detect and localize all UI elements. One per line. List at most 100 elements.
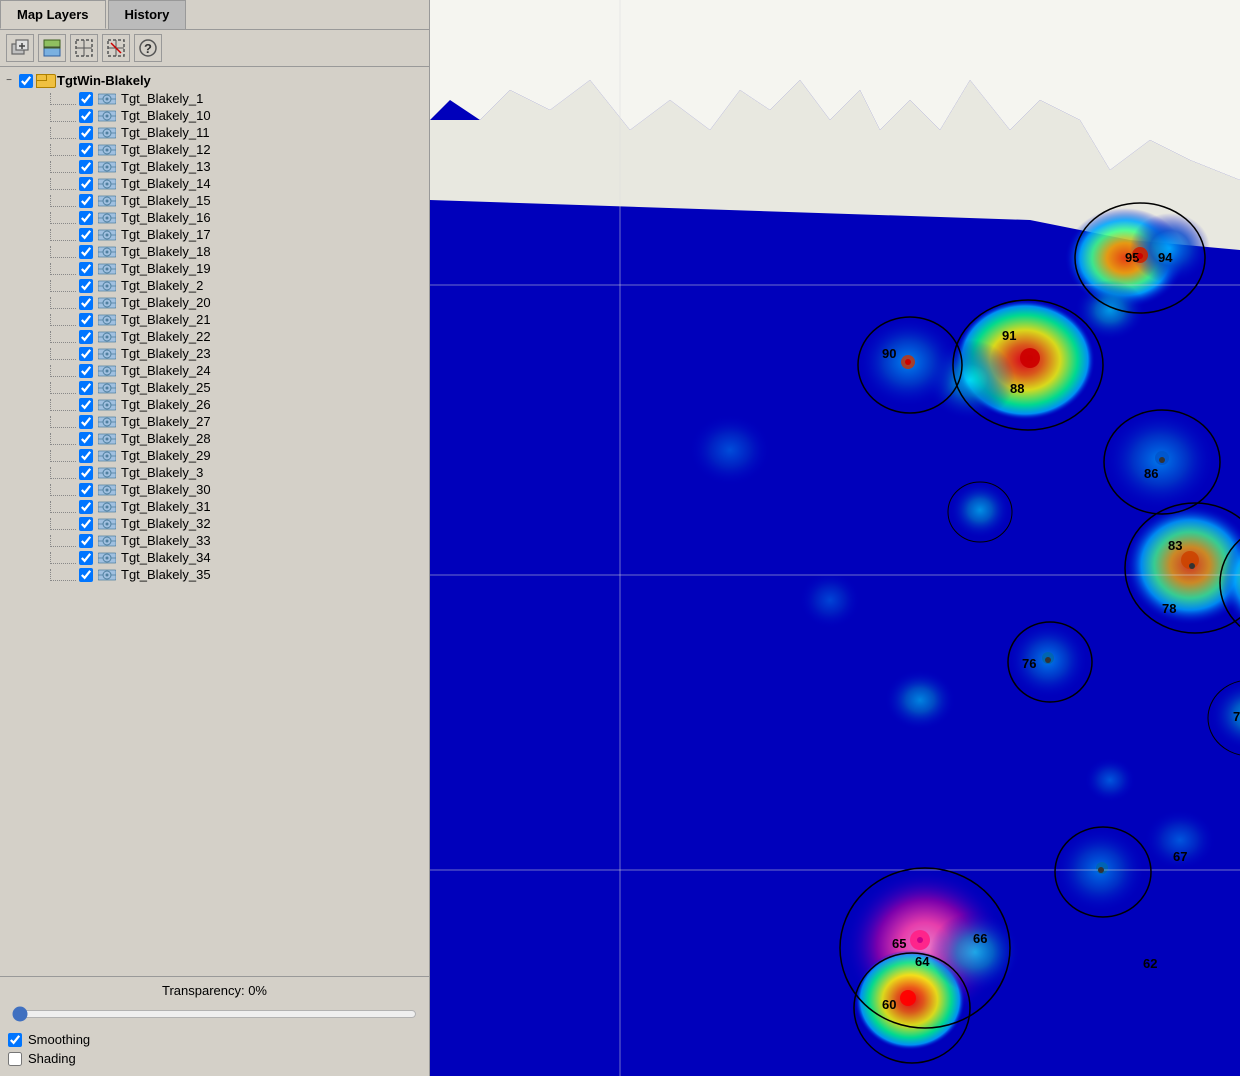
expand-icon[interactable]: −: [2, 75, 16, 86]
layer-checkbox[interactable]: [79, 398, 93, 412]
layer-item-label: Tgt_Blakely_22: [121, 329, 211, 344]
layer-checkbox[interactable]: [79, 143, 93, 157]
tree-connector: [50, 212, 76, 224]
layer-item[interactable]: Tgt_Blakely_12: [0, 141, 429, 158]
layer-item[interactable]: Tgt_Blakely_1: [0, 90, 429, 107]
layer-group-header[interactable]: − TgtWin-Blakely: [0, 71, 429, 90]
layer-item[interactable]: Tgt_Blakely_28: [0, 430, 429, 447]
layer-item-label: Tgt_Blakely_29: [121, 448, 211, 463]
layer-item[interactable]: Tgt_Blakely_15: [0, 192, 429, 209]
layer-checkbox[interactable]: [79, 313, 93, 327]
layer-item-label: Tgt_Blakely_19: [121, 261, 211, 276]
transparency-slider-row: [8, 1004, 421, 1024]
layer-item[interactable]: Tgt_Blakely_16: [0, 209, 429, 226]
group-checkbox[interactable]: [19, 74, 33, 88]
layer-item[interactable]: Tgt_Blakely_2: [0, 277, 429, 294]
tree-connector: [50, 552, 76, 564]
layer-item[interactable]: Tgt_Blakely_23: [0, 345, 429, 362]
target-icon: [98, 262, 116, 276]
layer-item-label: Tgt_Blakely_17: [121, 227, 211, 242]
target-icon: [98, 398, 116, 412]
label-90: 90: [882, 346, 896, 361]
layer-tree[interactable]: − TgtWin-Blakely Tgt_Blakely_1: [0, 67, 429, 976]
layer-item[interactable]: Tgt_Blakely_13: [0, 158, 429, 175]
layer-checkbox[interactable]: [79, 296, 93, 310]
tree-connector: [50, 280, 76, 292]
layer-tree-container: − TgtWin-Blakely Tgt_Blakely_1: [0, 67, 429, 976]
layer-checkbox[interactable]: [79, 177, 93, 191]
layer-item[interactable]: Tgt_Blakely_18: [0, 243, 429, 260]
layer-checkbox[interactable]: [79, 483, 93, 497]
layer-item[interactable]: Tgt_Blakely_35: [0, 566, 429, 583]
layer-checkbox[interactable]: [79, 347, 93, 361]
layer-item-label: Tgt_Blakely_2: [121, 278, 203, 293]
tab-map-layers[interactable]: Map Layers: [0, 0, 106, 29]
layer-checkbox[interactable]: [79, 432, 93, 446]
layer-checkbox[interactable]: [79, 279, 93, 293]
target-icon: [98, 534, 116, 548]
layer-item[interactable]: Tgt_Blakely_25: [0, 379, 429, 396]
label-91: 91: [1002, 328, 1016, 343]
layer-checkbox[interactable]: [79, 517, 93, 531]
tree-connector: [50, 263, 76, 275]
tree-connector: [50, 416, 76, 428]
tree-connector: [50, 93, 76, 105]
layer-checkbox[interactable]: [79, 551, 93, 565]
add-layer-button[interactable]: [6, 34, 34, 62]
svg-text:?: ?: [144, 41, 152, 56]
layer-item[interactable]: Tgt_Blakely_24: [0, 362, 429, 379]
layer-item[interactable]: Tgt_Blakely_19: [0, 260, 429, 277]
target-icon: [98, 313, 116, 327]
layer-item[interactable]: Tgt_Blakely_33: [0, 532, 429, 549]
remove-button[interactable]: [102, 34, 130, 62]
layer-item[interactable]: Tgt_Blakely_21: [0, 311, 429, 328]
layer-item[interactable]: Tgt_Blakely_3: [0, 464, 429, 481]
layer-item[interactable]: Tgt_Blakely_31: [0, 498, 429, 515]
layer-item[interactable]: Tgt_Blakely_10: [0, 107, 429, 124]
shading-row: Shading: [8, 1051, 421, 1066]
layer-item[interactable]: Tgt_Blakely_22: [0, 328, 429, 345]
label-94: 94: [1158, 250, 1173, 265]
layer-item[interactable]: Tgt_Blakely_14: [0, 175, 429, 192]
add-layer-icon: [10, 38, 30, 58]
layer-item[interactable]: Tgt_Blakely_27: [0, 413, 429, 430]
layer-checkbox[interactable]: [79, 262, 93, 276]
transparency-slider[interactable]: [12, 1006, 417, 1022]
target-icon: [98, 347, 116, 361]
layer-checkbox[interactable]: [79, 160, 93, 174]
layer-checkbox[interactable]: [79, 109, 93, 123]
layer-checkbox[interactable]: [79, 415, 93, 429]
map-panel[interactable]: 95 94 91 90 88 86 83 81 82 80 79 78 76 7…: [430, 0, 1240, 1076]
layer-checkbox[interactable]: [79, 211, 93, 225]
layer-item[interactable]: Tgt_Blakely_20: [0, 294, 429, 311]
layer-item[interactable]: Tgt_Blakely_30: [0, 481, 429, 498]
layer-checkbox[interactable]: [79, 534, 93, 548]
layer-item[interactable]: Tgt_Blakely_29: [0, 447, 429, 464]
layer-checkbox[interactable]: [79, 449, 93, 463]
layer-item[interactable]: Tgt_Blakely_34: [0, 549, 429, 566]
layer-item[interactable]: Tgt_Blakely_17: [0, 226, 429, 243]
tree-connector: [50, 144, 76, 156]
layer-checkbox[interactable]: [79, 194, 93, 208]
layer-checkbox[interactable]: [79, 568, 93, 582]
layer-checkbox[interactable]: [79, 500, 93, 514]
layer-item[interactable]: Tgt_Blakely_32: [0, 515, 429, 532]
layer-checkbox[interactable]: [79, 126, 93, 140]
smoothing-checkbox[interactable]: [8, 1033, 22, 1047]
select-button[interactable]: [70, 34, 98, 62]
layer-checkbox[interactable]: [79, 466, 93, 480]
layer-checkbox[interactable]: [79, 364, 93, 378]
layer-group-button[interactable]: [38, 34, 66, 62]
layer-checkbox[interactable]: [79, 245, 93, 259]
layer-item[interactable]: Tgt_Blakely_11: [0, 124, 429, 141]
layer-item-label: Tgt_Blakely_16: [121, 210, 211, 225]
layer-item[interactable]: Tgt_Blakely_26: [0, 396, 429, 413]
layer-checkbox[interactable]: [79, 381, 93, 395]
layer-checkbox[interactable]: [79, 330, 93, 344]
help-button[interactable]: ?: [134, 34, 162, 62]
tab-history[interactable]: History: [108, 0, 187, 29]
layer-item-label: Tgt_Blakely_15: [121, 193, 211, 208]
shading-checkbox[interactable]: [8, 1052, 22, 1066]
layer-checkbox[interactable]: [79, 228, 93, 242]
layer-checkbox[interactable]: [79, 92, 93, 106]
